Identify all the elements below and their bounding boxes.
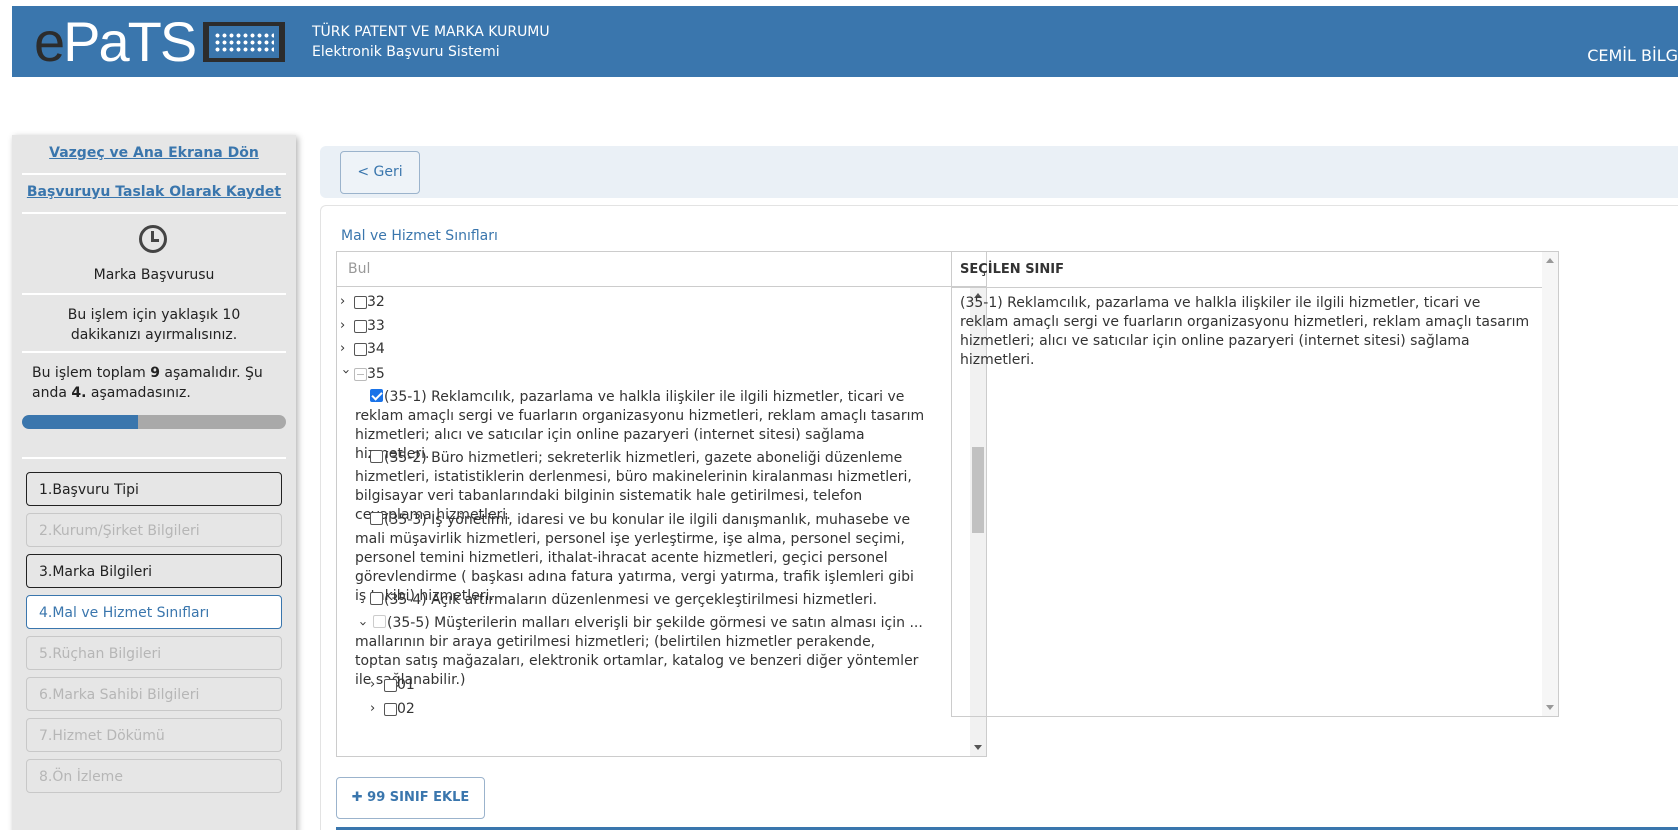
epats-logo[interactable]: ePaTS <box>34 12 286 72</box>
tree-node-35[interactable]: › 35 <box>338 364 385 384</box>
system-name: Elektronik Başvuru Sistemi <box>312 44 500 60</box>
item-label: (35-4) Açık artırmaların düzenlenmesi ve… <box>384 592 878 608</box>
logo-text: ePaTS <box>34 14 197 70</box>
selected-class-box: SEÇİLEN SINIF (35-1) Reklamcılık, pazarl… <box>951 251 1559 717</box>
divider <box>22 173 286 175</box>
tree-node-32[interactable]: › 32 <box>340 292 385 312</box>
clock-icon <box>139 225 167 253</box>
selected-class-header: SEÇİLEN SINIF <box>952 252 1558 288</box>
step-item: 6.Marka Sahibi Bilgileri <box>26 677 282 711</box>
chevron-down-icon[interactable]: › <box>355 619 370 629</box>
step-item: 2.Kurum/Şirket Bilgileri <box>26 513 282 547</box>
step-item[interactable]: 3.Marka Bilgileri <box>26 554 282 588</box>
selected-class-text: (35-1) Reklamcılık, pazarlama ve halkla … <box>960 295 1530 368</box>
node-label: 34 <box>367 341 385 357</box>
divider <box>22 212 286 214</box>
section-title: Mal ve Hizmet Sınıfları <box>341 228 498 244</box>
checkbox[interactable] <box>354 295 367 309</box>
chevron-right-icon[interactable]: › <box>370 702 380 715</box>
application-type: Marka Başvurusu <box>93 267 215 283</box>
tree-item-35-5[interactable]: › (35-5) Müşterilerin malları elverişli b… <box>355 614 925 690</box>
checkbox[interactable] <box>370 389 383 402</box>
page: ePaTS TÜRK PATENT VE MARKA KURUMU Elektr… <box>0 0 1678 830</box>
checkbox[interactable] <box>373 615 386 628</box>
keyboard-icon <box>203 22 286 62</box>
chevron-down-icon[interactable]: › <box>338 369 353 379</box>
node-label: 32 <box>367 294 385 310</box>
tree-node-35-5-01[interactable]: › 01 <box>370 675 415 695</box>
checkbox[interactable] <box>354 342 367 356</box>
tree-node-34[interactable]: › 34 <box>340 339 385 359</box>
stage-current: 4. <box>71 385 87 401</box>
checkbox[interactable] <box>370 592 383 605</box>
stage-suffix: aşamadasınız. <box>86 385 191 401</box>
step-item: 5.Rüçhan Bilgileri <box>26 636 282 670</box>
step-item: 8.Ön İzleme <box>26 759 282 793</box>
progress-bar <box>22 415 286 429</box>
top-header: ePaTS TÜRK PATENT VE MARKA KURUMU Elektr… <box>12 6 1678 77</box>
time-note: Bu işlem için yaklaşık 10 dakikanızı ayı… <box>67 307 241 343</box>
node-label: 01 <box>397 677 415 693</box>
checkbox[interactable] <box>384 678 397 692</box>
tree-node-33[interactable]: › 33 <box>340 316 385 336</box>
logo-e: e <box>34 10 65 73</box>
checkbox[interactable] <box>354 367 367 381</box>
search-input[interactable]: Bul <box>337 252 986 287</box>
node-label: 02 <box>397 701 415 717</box>
tree-item-35-4[interactable]: (35-4) Açık artırmaların düzenlenmesi ve… <box>355 591 925 610</box>
node-label: 33 <box>367 318 385 334</box>
class-tree[interactable]: › 32 › 33 › 34 › 35 (35-1) Reklamcılık, paza… <box>337 287 972 756</box>
chevron-right-icon[interactable]: › <box>340 319 350 332</box>
node-label: 35 <box>367 366 385 382</box>
plus-icon: ✚ <box>351 790 368 805</box>
scroll-down-icon[interactable] <box>1546 705 1554 710</box>
org-name: TÜRK PATENT VE MARKA KURUMU <box>312 24 550 40</box>
selected-scrollbar[interactable] <box>1542 252 1558 716</box>
item-label: (35-5) Müşterilerin malları elverişli bi… <box>355 615 923 688</box>
divider <box>22 293 286 295</box>
scroll-up-icon[interactable] <box>1546 258 1554 263</box>
cancel-link[interactable]: Vazgeç ve Ana Ekrana Dön <box>12 145 296 161</box>
save-draft-link[interactable]: Başvuruyu Taslak Olarak Kaydet <box>12 184 296 200</box>
add-99-class-button[interactable]: ✚ 99 SINIF EKLE <box>336 777 485 819</box>
add-button-label: 99 SINIF EKLE <box>367 790 470 805</box>
logo-pats: PaTS <box>63 10 197 73</box>
back-bar: < Geri <box>320 146 1678 198</box>
scroll-down-icon[interactable] <box>974 745 982 750</box>
sidebar: Vazgeç ve Ana Ekrana Dön Başvuruyu Tasla… <box>12 135 296 830</box>
stage-total: 9 <box>150 365 160 381</box>
chevron-right-icon[interactable]: › <box>370 678 380 691</box>
divider <box>22 351 286 353</box>
back-button[interactable]: < Geri <box>340 151 420 194</box>
tree-node-35-5-02[interactable]: › 02 <box>370 699 415 719</box>
chevron-right-icon[interactable]: › <box>340 342 350 355</box>
class-panel: Mal ve Hizmet Sınıfları Bul › 32 › 33 › 34 … <box>320 205 1678 830</box>
stage-prefix: Bu işlem toplam <box>32 365 151 381</box>
checkbox[interactable] <box>370 512 383 525</box>
checkbox[interactable] <box>384 702 397 716</box>
org-title: TÜRK PATENT VE MARKA KURUMU Elektronik B… <box>312 22 550 62</box>
step-item[interactable]: 1.Başvuru Tipi <box>26 472 282 506</box>
stage-info: Bu işlem toplam 9 aşamalıdır. Şu anda 4.… <box>32 363 266 403</box>
checkbox[interactable] <box>370 450 383 463</box>
class-tree-box: Bul › 32 › 33 › 34 › 35 (35-1) Reklamcılık, … <box>336 251 987 757</box>
divider <box>22 457 286 459</box>
checkbox[interactable] <box>354 319 367 333</box>
step-item[interactable]: 4.Mal ve Hizmet Sınıfları <box>26 595 282 629</box>
progress-fill <box>22 415 139 429</box>
chevron-right-icon[interactable]: › <box>340 295 350 308</box>
user-name[interactable]: CEMİL BİLG <box>1587 46 1678 65</box>
step-item: 7.Hizmet Dökümü <box>26 718 282 752</box>
